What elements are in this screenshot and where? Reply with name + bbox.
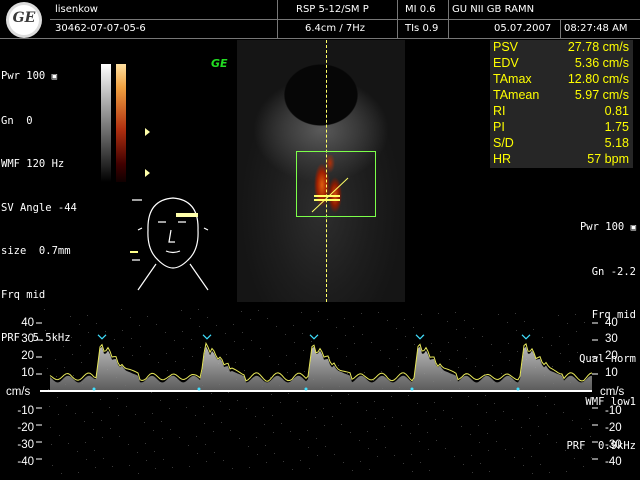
measurement-row: HR 57 bpm	[493, 152, 629, 166]
measurement-row: PSV 27.78 cm/s	[493, 40, 629, 54]
measurement-row: EDV 5.36 cm/s	[493, 56, 629, 70]
thermal-index: TIs 0.9	[405, 23, 439, 34]
measurement-panel: PSV 27.78 cm/s EDV 5.36 cm/s TAmax 12.80 cm…	[490, 40, 633, 168]
face-bodymark-icon	[130, 197, 209, 291]
param-line: Gn -2.2	[591, 265, 636, 278]
measurement-row: TAmean 5.97 cm/s	[493, 88, 629, 102]
param-line: Pwr 100 ▣	[1, 70, 58, 82]
param-line: size 0.7mm	[1, 245, 71, 257]
measurement-row: S/D 5.18	[493, 136, 629, 150]
patient-id: 30462-07-07-05-6	[55, 23, 146, 34]
header-divider	[0, 38, 640, 39]
header-divider	[560, 20, 561, 38]
ge-logo: GE	[6, 2, 42, 38]
exam-time: 08:27:48 AM	[564, 23, 628, 34]
param-line: SV Angle -44	[1, 201, 77, 214]
exam-date: 05.07.2007	[494, 23, 552, 34]
param-line: Pwr 100 ▣	[579, 221, 636, 233]
grayscale-bar	[101, 64, 111, 182]
header-divider	[50, 19, 640, 20]
institution: GU NII GB RAMN	[452, 4, 535, 15]
mechanical-index: MI 0.6	[405, 4, 436, 15]
sample-volume-gate-icon[interactable]	[300, 170, 360, 220]
color-doppler-bar	[116, 64, 126, 182]
probe-label: RSP 5-12/SM P	[296, 4, 369, 15]
measurement-row: TAmax 12.80 cm/s	[493, 72, 629, 86]
lock-icon: ▣	[630, 223, 636, 233]
param-line: WMF 120 Hz	[1, 158, 65, 170]
param-line: Frq mid	[1, 288, 46, 301]
lock-icon: ▣	[51, 72, 58, 82]
brand-mark: GE	[211, 57, 228, 70]
patient-name: lisenkow	[55, 4, 98, 15]
depth-marker-icon	[145, 128, 150, 136]
measurement-row: RI 0.81	[493, 104, 629, 118]
depth-frequency: 6.4cm / 7Hz	[305, 23, 365, 34]
param-line: Gn 0	[1, 114, 33, 127]
scale-tick-marks	[36, 322, 598, 460]
depth-marker-icon	[145, 169, 150, 177]
measurement-row: PI 1.75	[493, 120, 629, 134]
